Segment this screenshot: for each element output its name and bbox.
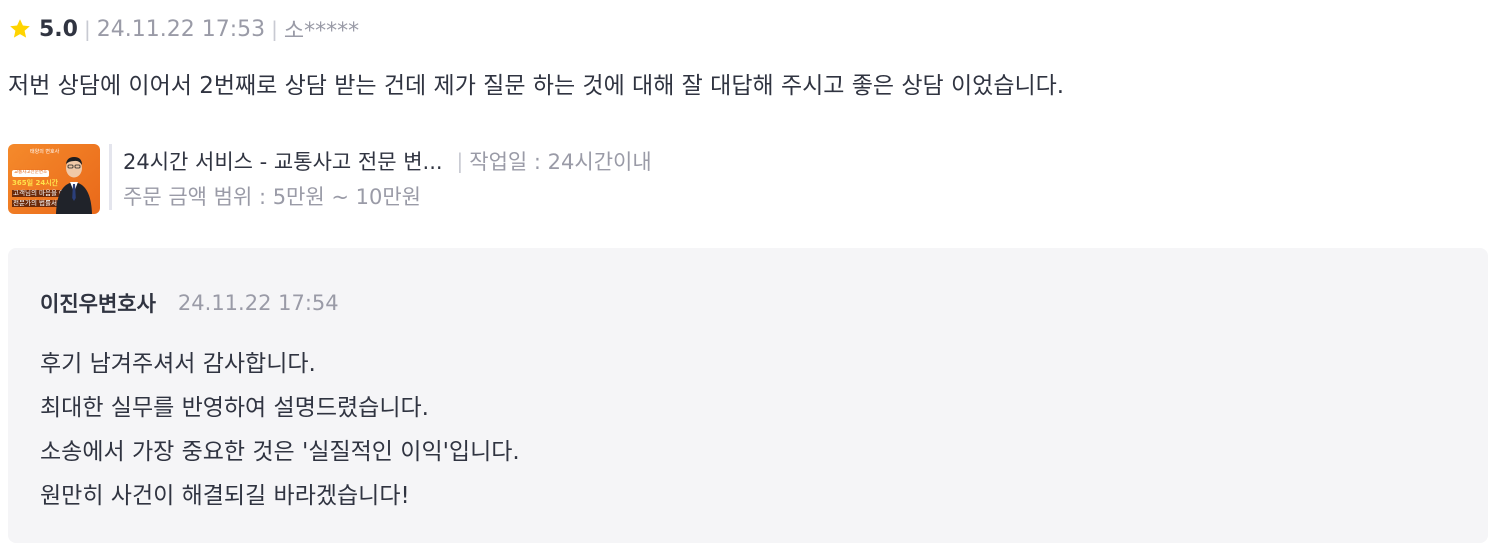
reply-text: 후기 남겨주셔서 감사합니다. 최대한 실무를 반영하여 설명드렸습니다. 소송… [40, 342, 520, 518]
reply-date: 24.11.22 17:54 [177, 291, 339, 315]
card-divider [109, 144, 112, 210]
reply-line: 후기 남겨주셔서 감사합니다. [40, 351, 316, 377]
reply-header: 이진우변호사 24.11.22 17:54 [40, 288, 339, 318]
lawyer-portrait-icon [56, 157, 92, 214]
thumbnail-highlight: 365일 24시간 [12, 179, 59, 187]
thumbnail-pill: 교통사고전문변호 [12, 170, 50, 177]
work-period: 작업일 : 24시간이내 [469, 150, 652, 174]
price-range: 주문 금액 범위 : 5만원 ~ 10만원 [123, 185, 422, 209]
service-info: 24시간 서비스 - 교통사고 전문 변... | 작업일 : 24시간이내 주… [123, 144, 652, 214]
separator: | [271, 17, 278, 41]
review-meta: 5.0 | 24.11.22 17:53 | 소***** [8, 14, 359, 44]
service-thumbnail[interactable]: 태양의 변호사 교통사고전문변호 365일 24시간 고객님의 마음을 아는 전… [8, 144, 100, 214]
rating-value: 5.0 [39, 16, 78, 42]
service-title-link[interactable]: 24시간 서비스 - 교통사고 전문 변... [123, 146, 443, 176]
review-author: 소***** [283, 19, 360, 44]
separator: | [456, 149, 464, 173]
reply-author: 이진우변호사 [40, 292, 156, 316]
reply-line: 원만히 사건이 해결되길 바라겠습니다! [40, 483, 410, 509]
review-text: 저번 상담에 이어서 2번째로 상담 받는 건데 제가 질문 하는 것에 대해 … [8, 73, 1065, 99]
reply-line: 최대한 실무를 반영하여 설명드렸습니다. [40, 395, 429, 421]
separator: | [83, 17, 91, 41]
seller-reply: 이진우변호사 24.11.22 17:54 후기 남겨주셔서 감사합니다. 최대… [8, 248, 1488, 543]
review-date: 24.11.22 17:53 [96, 16, 266, 42]
service-card[interactable]: 태양의 변호사 교통사고전문변호 365일 24시간 고객님의 마음을 아는 전… [8, 144, 652, 214]
star-icon [10, 19, 30, 38]
reply-line: 소송에서 가장 중요한 것은 '실질적인 이익'입니다. [40, 439, 520, 465]
